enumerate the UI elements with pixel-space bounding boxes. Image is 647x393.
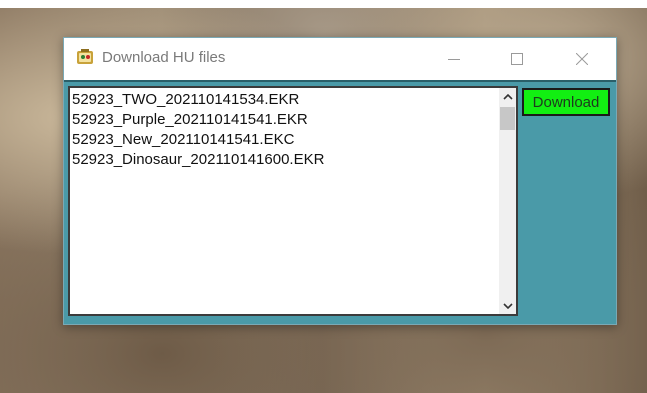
chevron-down-icon	[502, 302, 513, 309]
download-button[interactable]: Download	[522, 88, 610, 116]
chevron-up-icon	[502, 93, 513, 100]
scroll-down-button[interactable]	[499, 297, 516, 314]
maximize-button[interactable]	[494, 38, 540, 80]
title-bar[interactable]: Download HU files	[64, 38, 616, 80]
scrollbar-thumb[interactable]	[500, 107, 515, 130]
minimize-icon	[448, 59, 460, 60]
desktop-top-strip	[0, 0, 647, 8]
close-icon	[576, 53, 588, 65]
scroll-up-button[interactable]	[499, 88, 516, 105]
list-item[interactable]: 52923_Purple_202110141541.EKR	[72, 110, 497, 130]
list-item[interactable]: 52923_TWO_202110141534.EKR	[72, 90, 497, 110]
close-button[interactable]	[559, 38, 605, 80]
app-icon	[76, 48, 94, 66]
list-item[interactable]: 52923_New_202110141541.EKC	[72, 130, 497, 150]
list-item[interactable]: 52923_Dinosaur_202110141600.EKR	[72, 150, 497, 170]
maximize-icon	[511, 53, 523, 65]
vertical-scrollbar[interactable]	[499, 88, 516, 314]
download-hu-files-window: Download HU files 52923_TWO_202110141534…	[63, 37, 617, 325]
client-area: 52923_TWO_202110141534.EKR 52923_Purple_…	[64, 80, 616, 324]
file-listbox[interactable]: 52923_TWO_202110141534.EKR 52923_Purple_…	[68, 86, 518, 316]
window-title: Download HU files	[102, 49, 226, 66]
minimize-button[interactable]	[431, 38, 477, 80]
file-list: 52923_TWO_202110141534.EKR 52923_Purple_…	[72, 90, 497, 170]
